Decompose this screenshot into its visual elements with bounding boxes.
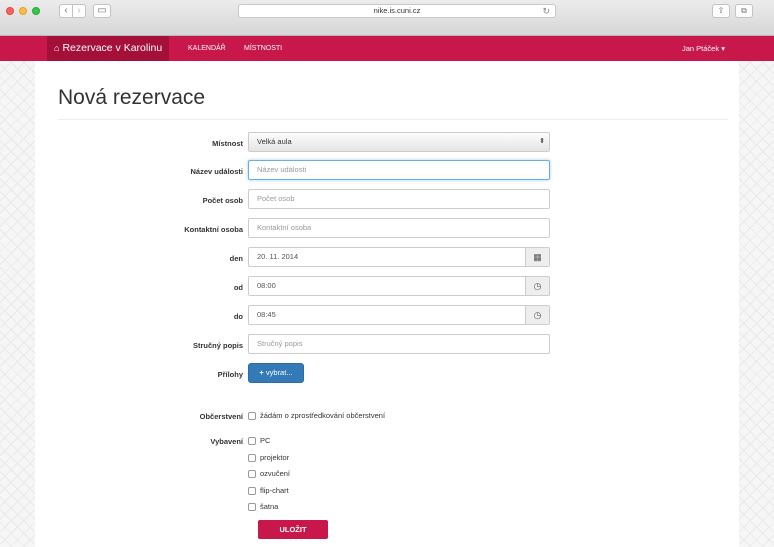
- nav-link-calendar[interactable]: KALENDÁŘ: [188, 36, 226, 61]
- event-name-input[interactable]: Název události: [248, 160, 550, 180]
- reload-icon[interactable]: ↻: [542, 5, 550, 17]
- clock-icon[interactable]: ◷: [525, 306, 549, 324]
- choose-file-button[interactable]: + vybrat...: [248, 363, 304, 383]
- time-to-input[interactable]: 08:45 ◷: [248, 305, 550, 325]
- time-from-value: 08:00: [257, 281, 276, 290]
- attachments-label: Přílohy: [217, 370, 243, 379]
- minimize-window-button[interactable]: [19, 7, 27, 15]
- room-label: Místnost: [212, 139, 243, 148]
- equipment-option-flipchart: flip-chart: [260, 486, 289, 495]
- equipment-option-sound: ozvučení: [260, 469, 291, 478]
- choose-file-label: vybrat...: [265, 368, 293, 377]
- people-count-input[interactable]: Počet osob: [248, 189, 550, 209]
- equipment-checkbox-flipchart[interactable]: [248, 487, 256, 495]
- refreshment-label: Občerstvení: [199, 412, 243, 421]
- refreshment-checkbox[interactable]: [248, 412, 256, 420]
- people-count-label: Počet osob: [202, 196, 243, 205]
- equipment-label: Vybavení: [210, 437, 243, 446]
- divider: [58, 119, 728, 120]
- app-navbar: ⌂ Rezervace v Karolinu KALENDÁŘ MÍSTNOSTI…: [0, 36, 774, 61]
- chevron-right-icon[interactable]: ›: [72, 4, 86, 18]
- user-menu[interactable]: Jan Ptáček ▾: [682, 36, 725, 61]
- calendar-icon[interactable]: ▦: [525, 248, 549, 266]
- clock-icon[interactable]: ◷: [525, 277, 549, 295]
- room-select[interactable]: Velká aula ⬍: [248, 132, 550, 152]
- equipment-checkbox-projector[interactable]: [248, 454, 256, 462]
- equipment-checkbox-sound[interactable]: [248, 470, 256, 478]
- share-icon[interactable]: ⇧: [712, 4, 730, 18]
- time-from-label: od: [233, 283, 243, 292]
- url-text: nike.is.cuni.cz: [373, 6, 421, 15]
- event-name-label: Název události: [190, 167, 243, 176]
- address-bar[interactable]: nike.is.cuni.cz ↻: [238, 4, 556, 18]
- save-button[interactable]: ULOŽIT: [258, 520, 328, 539]
- chevron-left-icon[interactable]: ‹: [59, 4, 73, 18]
- room-select-value: Velká aula: [257, 137, 292, 146]
- contact-person-input[interactable]: Kontaktní osoba: [248, 218, 550, 238]
- equipment-checkbox-cloakroom[interactable]: [248, 503, 256, 511]
- browser-toolbar: ‹ › ▭ nike.is.cuni.cz ↻ ⇧ ⧉: [0, 0, 774, 36]
- time-to-label: do: [233, 312, 243, 321]
- date-input[interactable]: 20. 11. 2014 ▦: [248, 247, 550, 267]
- description-input[interactable]: Stručný popis: [248, 334, 550, 354]
- equipment-option-cloakroom: šatna: [260, 502, 279, 511]
- description-label: Stručný popis: [192, 341, 243, 350]
- background-pattern-left: [0, 61, 35, 547]
- time-from-input[interactable]: 08:00 ◷: [248, 276, 550, 296]
- date-value: 20. 11. 2014: [257, 252, 299, 261]
- brand-link[interactable]: ⌂ Rezervace v Karolinu: [47, 36, 170, 61]
- select-arrows-icon: ⬍: [539, 138, 545, 145]
- home-icon: ⌂: [54, 43, 60, 53]
- sidebar-toggle-icon[interactable]: ▭: [93, 4, 111, 18]
- equipment-option-pc: PC: [260, 436, 271, 445]
- contact-person-label: Kontaktní osoba: [184, 225, 243, 234]
- plus-icon: +: [259, 368, 264, 377]
- date-label: den: [229, 254, 243, 263]
- brand-text: Rezervace v Karolinu: [62, 42, 163, 54]
- nav-link-rooms[interactable]: MÍSTNOSTI: [244, 36, 282, 61]
- refreshment-option-label: žádám o zprostředkování občerstvení: [260, 411, 386, 420]
- close-window-button[interactable]: [6, 7, 14, 15]
- tabs-icon[interactable]: ⧉: [735, 4, 753, 18]
- maximize-window-button[interactable]: [32, 7, 40, 15]
- equipment-checkbox-pc[interactable]: [248, 437, 256, 445]
- equipment-option-projector: projektor: [260, 453, 290, 462]
- page-title: Nová rezervace: [58, 86, 206, 109]
- background-pattern-right: [739, 61, 774, 547]
- time-to-value: 08:45: [257, 310, 276, 319]
